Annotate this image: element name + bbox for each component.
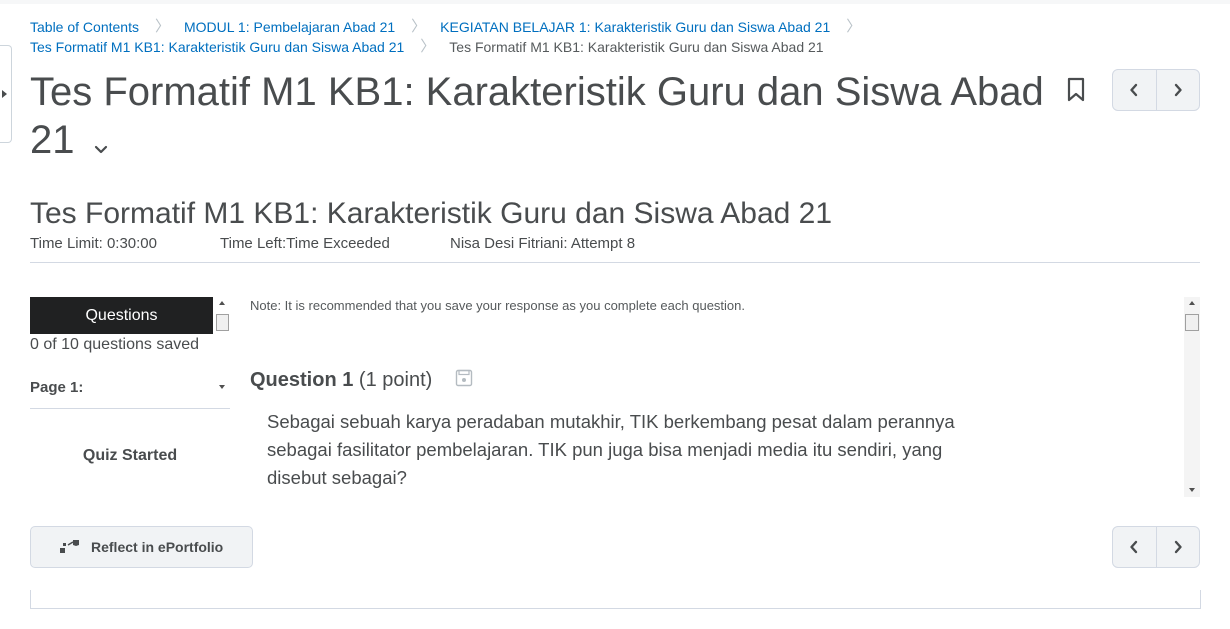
expand-arrow-icon xyxy=(2,90,7,98)
chevron-left-icon xyxy=(1130,540,1138,554)
breadcrumb-separator-icon: 〉 xyxy=(154,18,170,35)
chevron-left-icon xyxy=(1130,83,1138,97)
breadcrumb-modul-1[interactable]: MODUL 1: Pembelajaran Abad 21 xyxy=(184,17,395,37)
scroll-up-icon[interactable] xyxy=(219,301,225,305)
next-topic-button[interactable] xyxy=(1155,70,1199,110)
breadcrumb-separator-icon: 〉 xyxy=(411,18,427,35)
scroll-down-icon[interactable] xyxy=(219,385,225,389)
quiz-meta: Time Limit: 0:30:00 Time Left:Time Excee… xyxy=(30,234,635,253)
previous-topic-button[interactable] xyxy=(1113,70,1156,110)
question-text: Sebagai sebuah karya peradaban mutakhir,… xyxy=(267,411,955,488)
save-icon[interactable] xyxy=(455,369,473,387)
question-scrollbar[interactable] xyxy=(1184,297,1200,497)
time-left: Time Left:Time Exceeded xyxy=(220,235,390,252)
question-points: (1 point) xyxy=(358,369,433,391)
questions-scrollbar[interactable] xyxy=(215,297,230,397)
quiz-title: Tes Formatif M1 KB1: Karakteristik Guru … xyxy=(30,197,833,230)
question-heading: Question 1 (1 point) xyxy=(250,369,432,392)
save-note: Note: It is recommended that you save yo… xyxy=(250,298,745,313)
breadcrumb: Table of Contents 〉 MODUL 1: Pembelajara… xyxy=(30,17,930,57)
breadcrumb-row-2: Tes Formatif M1 KB1: Karakteristik Guru … xyxy=(30,37,930,57)
reflect-label: Reflect in ePortfolio xyxy=(91,539,224,555)
divider xyxy=(30,408,230,409)
scroll-thumb[interactable] xyxy=(1185,314,1199,331)
divider xyxy=(30,262,1200,263)
topic-navigation xyxy=(1112,69,1200,111)
topic-navigation-bottom xyxy=(1112,526,1200,568)
breadcrumb-row-1: Table of Contents 〉 MODUL 1: Pembelajara… xyxy=(30,17,930,37)
top-strip xyxy=(0,0,1230,4)
page-title-text: Tes Formatif M1 KB1: Karakteristik Guru … xyxy=(30,70,1044,162)
breadcrumb-kegiatan-belajar-1[interactable]: KEGIATAN BELAJAR 1: Karakteristik Guru d… xyxy=(440,17,830,37)
next-topic-button[interactable] xyxy=(1155,527,1199,567)
question-panel: Note: It is recommended that you save yo… xyxy=(250,297,1200,497)
page-label: Page 1: xyxy=(30,379,84,396)
questions-header: Questions xyxy=(30,297,213,334)
side-panel-toggle[interactable] xyxy=(0,45,12,143)
chevron-right-icon xyxy=(1174,83,1182,97)
breadcrumb-table-of-contents[interactable]: Table of Contents xyxy=(30,17,139,37)
bookmark-icon[interactable] xyxy=(1066,77,1086,103)
time-limit: Time Limit: 0:30:00 xyxy=(30,235,157,252)
eportfolio-icon xyxy=(60,540,79,553)
attempt-info: Nisa Desi Fitriani: Attempt 8 xyxy=(450,235,636,252)
reflect-eportfolio-button[interactable]: Reflect in ePortfolio xyxy=(30,526,253,568)
previous-topic-button[interactable] xyxy=(1113,527,1156,567)
breadcrumb-tes-formatif[interactable]: Tes Formatif M1 KB1: Karakteristik Guru … xyxy=(30,37,404,57)
chevron-down-icon[interactable] xyxy=(94,118,108,166)
breadcrumb-separator-icon: 〉 xyxy=(420,38,436,55)
scroll-down-icon[interactable] xyxy=(1189,488,1195,492)
scroll-thumb[interactable] xyxy=(216,314,229,331)
page-title: Tes Formatif M1 KB1: Karakteristik Guru … xyxy=(30,68,1060,166)
quiz-status: Quiz Started xyxy=(82,447,178,464)
questions-saved-count: 0 of 10 questions saved xyxy=(30,336,200,353)
breadcrumb-separator-icon: 〉 xyxy=(846,18,862,35)
breadcrumb-current: Tes Formatif M1 KB1: Karakteristik Guru … xyxy=(449,39,824,55)
content-footer-frame xyxy=(30,590,1201,609)
question-label: Question 1 xyxy=(250,369,354,391)
chevron-right-icon xyxy=(1174,540,1182,554)
questions-panel: Questions 0 of 10 questions saved Page 1… xyxy=(30,297,230,497)
scroll-up-icon[interactable] xyxy=(1189,301,1195,305)
